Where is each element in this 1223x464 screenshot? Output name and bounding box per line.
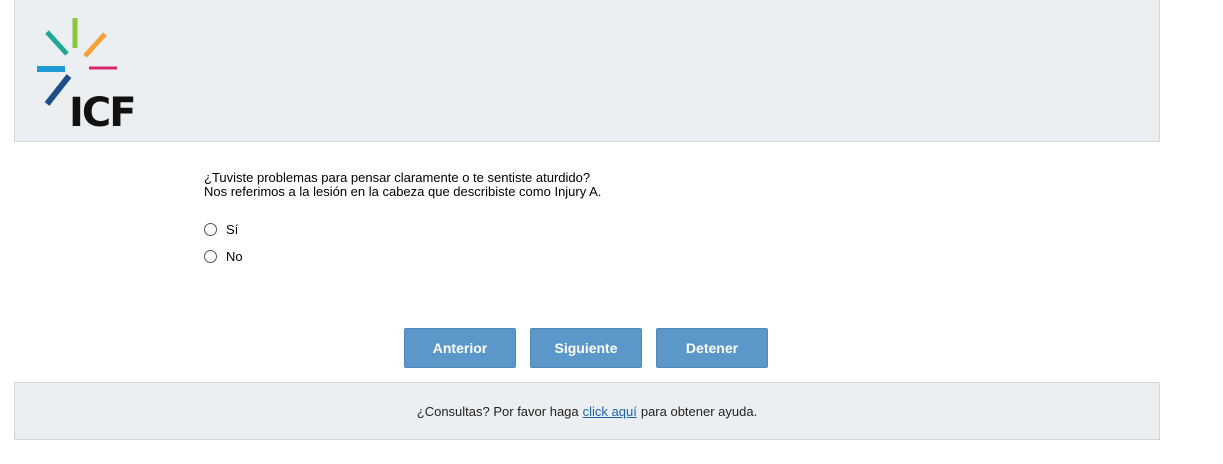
next-button[interactable]: Siguiente — [530, 328, 642, 368]
option-no[interactable]: No — [204, 247, 243, 265]
question-line-1: ¿Tuviste problemas para pensar clarament… — [204, 170, 591, 185]
option-label: Sí — [226, 221, 239, 237]
radio-button[interactable] — [204, 222, 217, 236]
help-footer: ¿Consultas? Por favor haga click aquí pa… — [14, 382, 1160, 440]
icf-logo: ICF — [35, 16, 145, 133]
footer-suffix: para obtener ayuda. — [640, 403, 758, 419]
navigation-buttons: Anterior Siguiente Detener — [404, 328, 768, 368]
question-line-2: Nos referimos a la lesión en la cabeza q… — [204, 184, 602, 199]
answer-options: Sí No — [204, 220, 243, 274]
option-label: No — [226, 248, 243, 264]
logo-text: ICF — [69, 90, 137, 136]
footer-prefix: ¿Consultas? Por favor haga — [416, 403, 579, 419]
stop-button[interactable]: Detener — [656, 328, 768, 368]
previous-button[interactable]: Anterior — [404, 328, 516, 368]
header-banner: ICF — [14, 0, 1160, 142]
radio-button[interactable] — [204, 249, 217, 263]
option-si[interactable]: Sí — [204, 220, 243, 238]
question-text: ¿Tuviste problemas para pensar clarament… — [204, 171, 601, 199]
help-link[interactable]: click aquí — [583, 404, 637, 419]
